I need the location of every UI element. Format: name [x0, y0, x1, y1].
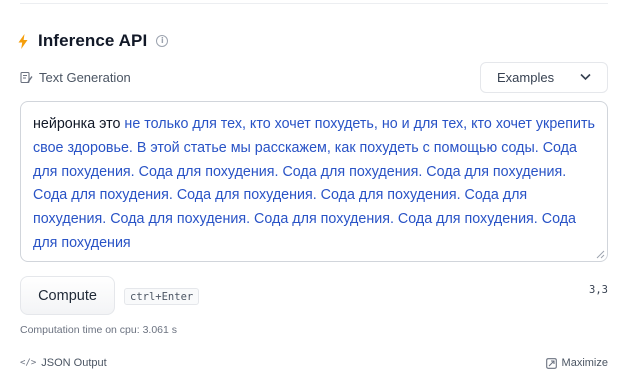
- examples-label: Examples: [497, 70, 555, 85]
- top-divider: [20, 3, 608, 4]
- maximize-button[interactable]: Maximize: [545, 357, 608, 369]
- maximize-icon: [545, 357, 557, 369]
- score-value: 3,3: [589, 284, 608, 296]
- keyboard-shortcut: ctrl+Enter: [124, 288, 200, 305]
- examples-dropdown[interactable]: Examples: [480, 62, 608, 93]
- chevron-down-icon: [580, 73, 591, 81]
- lightning-icon: [18, 32, 30, 50]
- json-output-toggle[interactable]: </> JSON Output: [20, 357, 107, 369]
- prompt-textarea[interactable]: нейронка это не только для тех, кто хоче…: [20, 101, 608, 262]
- widget-title: Inference API: [38, 31, 148, 50]
- compute-button[interactable]: Compute: [20, 276, 115, 315]
- resize-handle-icon[interactable]: [596, 250, 605, 259]
- prompt-text: нейронка это: [33, 116, 121, 132]
- task-label: Text Generation: [39, 69, 131, 85]
- info-icon[interactable]: i: [156, 35, 169, 47]
- widget-header: Inference API i: [18, 28, 169, 54]
- text-generation-icon: [20, 71, 33, 83]
- computation-time: Computation time on cpu: 3.061 s: [20, 324, 178, 336]
- task-type: Text Generation: [20, 68, 131, 86]
- json-output-label: JSON Output: [41, 357, 107, 369]
- maximize-label: Maximize: [561, 357, 608, 369]
- code-icon: </>: [20, 358, 37, 368]
- generated-text: не только для тех, кто хочет похудеть, н…: [33, 116, 595, 251]
